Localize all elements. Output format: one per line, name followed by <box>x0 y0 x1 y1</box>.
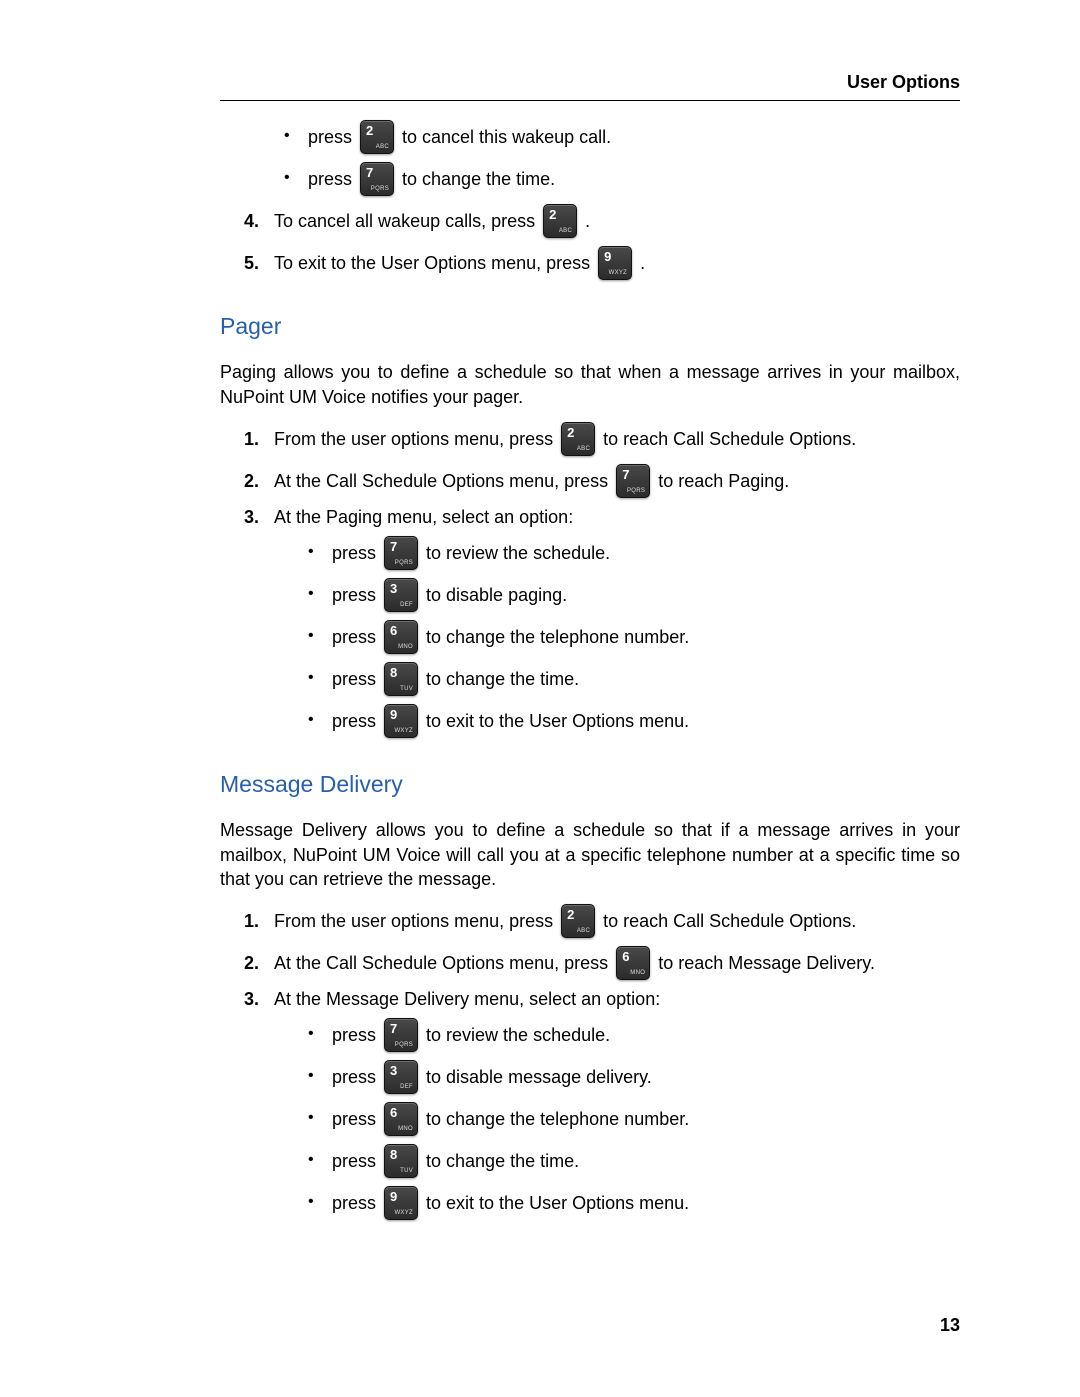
text-after: to review the schedule. <box>426 541 610 565</box>
delivery-sub-item: press 9WXYZ to exit to the User Options … <box>308 1185 960 1221</box>
text-after: to reach Paging. <box>658 469 789 493</box>
delivery-heading: Message Delivery <box>220 769 960 800</box>
keypad-3-icon: 3DEF <box>384 578 418 612</box>
pager-sub-list: press 7PQRS to review the schedule. pres… <box>308 535 960 739</box>
step-text: At the Paging menu, select an option: <box>274 507 573 527</box>
text-before: At the Call Schedule Options menu, press <box>274 951 608 975</box>
text-before: press <box>332 541 376 565</box>
text-after: to exit to the User Options menu. <box>426 709 689 733</box>
keypad-2-icon: 2ABC <box>561 904 595 938</box>
keypad-2-icon: 2ABC <box>360 120 394 154</box>
step-number: 4. <box>244 209 259 233</box>
pager-sub-item: press 7PQRS to review the schedule. <box>308 535 960 571</box>
pager-steps: 1. From the user options menu, press 2AB… <box>250 421 960 739</box>
wakeup-step-5: 5. To exit to the User Options menu, pre… <box>250 245 960 281</box>
step-number: 1. <box>244 427 259 451</box>
text-before: press <box>332 709 376 733</box>
step-text: At the Message Delivery menu, select an … <box>274 989 660 1009</box>
keypad-7-icon: 7PQRS <box>384 536 418 570</box>
text-before: To exit to the User Options menu, press <box>274 251 590 275</box>
pager-sub-item: press 3DEF to disable paging. <box>308 577 960 613</box>
pager-heading: Pager <box>220 311 960 342</box>
text-before: From the user options menu, press <box>274 427 553 451</box>
delivery-sub-list: press 7PQRS to review the schedule. pres… <box>308 1017 960 1221</box>
pager-step-3: 3. At the Paging menu, select an option:… <box>250 505 960 739</box>
keypad-6-icon: 6MNO <box>384 620 418 654</box>
text-before: press <box>332 583 376 607</box>
text-before: At the Call Schedule Options menu, press <box>274 469 608 493</box>
pager-sub-item: press 6MNO to change the telephone numbe… <box>308 619 960 655</box>
text-after: to reach Call Schedule Options. <box>603 909 856 933</box>
keypad-9-icon: 9WXYZ <box>384 704 418 738</box>
keypad-8-icon: 8TUV <box>384 1144 418 1178</box>
keypad-9-icon: 9WXYZ <box>384 1186 418 1220</box>
text-before: press <box>308 125 352 149</box>
delivery-sub-item: press 6MNO to change the telephone numbe… <box>308 1101 960 1137</box>
text-after: to cancel this wakeup call. <box>402 125 611 149</box>
delivery-sub-item: press 3DEF to disable message delivery. <box>308 1059 960 1095</box>
text-after: to reach Call Schedule Options. <box>603 427 856 451</box>
text-after: to change the time. <box>426 667 579 691</box>
keypad-2-icon: 2ABC <box>561 422 595 456</box>
delivery-step-2: 2. At the Call Schedule Options menu, pr… <box>250 945 960 981</box>
page-container: User Options press 2ABC to cancel this w… <box>0 0 1080 1397</box>
keypad-2-icon: 2ABC <box>543 204 577 238</box>
text-before: press <box>332 1107 376 1131</box>
text-before: To cancel all wakeup calls, press <box>274 209 535 233</box>
pager-sub-item: press 9WXYZ to exit to the User Options … <box>308 703 960 739</box>
text-after: to change the time. <box>402 167 555 191</box>
text-after: to change the telephone number. <box>426 625 689 649</box>
text-after: . <box>640 251 645 275</box>
wakeup-sub-item: press 2ABC to cancel this wakeup call. <box>284 119 960 155</box>
keypad-7-icon: 7PQRS <box>360 162 394 196</box>
keypad-9-icon: 9WXYZ <box>598 246 632 280</box>
text-after: to change the telephone number. <box>426 1107 689 1131</box>
keypad-8-icon: 8TUV <box>384 662 418 696</box>
delivery-intro: Message Delivery allows you to define a … <box>220 818 960 891</box>
text-before: press <box>332 625 376 649</box>
keypad-6-icon: 6MNO <box>384 1102 418 1136</box>
text-after: to disable message delivery. <box>426 1065 652 1089</box>
keypad-7-icon: 7PQRS <box>616 464 650 498</box>
text-before: press <box>332 1149 376 1173</box>
text-before: press <box>332 1065 376 1089</box>
text-after: to review the schedule. <box>426 1023 610 1047</box>
text-after: to exit to the User Options menu. <box>426 1191 689 1215</box>
pager-step-1: 1. From the user options menu, press 2AB… <box>250 421 960 457</box>
delivery-sub-item: press 7PQRS to review the schedule. <box>308 1017 960 1053</box>
wakeup-sub-item: press 7PQRS to change the time. <box>284 161 960 197</box>
text-before: press <box>332 1191 376 1215</box>
pager-step-2: 2. At the Call Schedule Options menu, pr… <box>250 463 960 499</box>
text-after: to reach Message Delivery. <box>658 951 875 975</box>
wakeup-list: press 2ABC to cancel this wakeup call. p… <box>250 119 960 281</box>
step-number: 2. <box>244 469 259 493</box>
delivery-step-1: 1. From the user options menu, press 2AB… <box>250 903 960 939</box>
keypad-6-icon: 6MNO <box>616 946 650 980</box>
step-number: 3. <box>244 987 259 1011</box>
text-after: to change the time. <box>426 1149 579 1173</box>
delivery-steps: 1. From the user options menu, press 2AB… <box>250 903 960 1221</box>
text-after: to disable paging. <box>426 583 567 607</box>
wakeup-sub-wrapper: press 2ABC to cancel this wakeup call. p… <box>250 119 960 197</box>
step-number: 1. <box>244 909 259 933</box>
text-before: press <box>308 167 352 191</box>
delivery-step-3: 3. At the Message Delivery menu, select … <box>250 987 960 1221</box>
pager-sub-item: press 8TUV to change the time. <box>308 661 960 697</box>
text-before: press <box>332 1023 376 1047</box>
text-before: press <box>332 667 376 691</box>
text-before: From the user options menu, press <box>274 909 553 933</box>
keypad-7-icon: 7PQRS <box>384 1018 418 1052</box>
wakeup-sub-list: press 2ABC to cancel this wakeup call. p… <box>284 119 960 197</box>
keypad-3-icon: 3DEF <box>384 1060 418 1094</box>
step-number: 5. <box>244 251 259 275</box>
step-number: 3. <box>244 505 259 529</box>
pager-intro: Paging allows you to define a schedule s… <box>220 360 960 409</box>
page-number: 13 <box>940 1313 960 1337</box>
wakeup-step-4: 4. To cancel all wakeup calls, press 2AB… <box>250 203 960 239</box>
page-header: User Options <box>220 70 960 101</box>
delivery-sub-item: press 8TUV to change the time. <box>308 1143 960 1179</box>
header-title: User Options <box>847 72 960 92</box>
text-after: . <box>585 209 590 233</box>
step-number: 2. <box>244 951 259 975</box>
